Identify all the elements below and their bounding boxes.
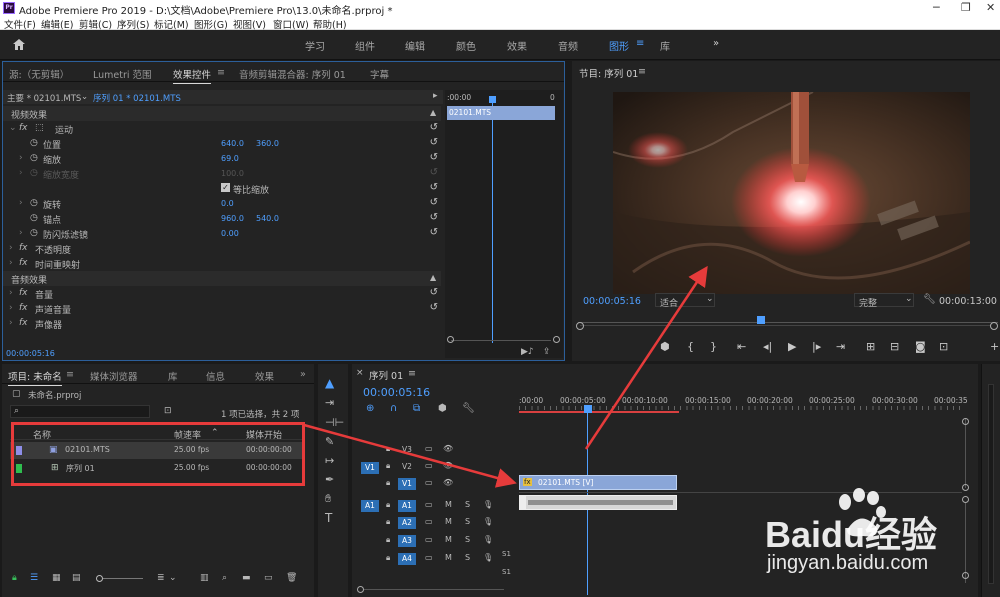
annotation-arrow-to-timeline	[303, 423, 517, 488]
annotation-arrow-to-monitor	[584, 265, 708, 450]
annotation-arrows	[303, 265, 708, 488]
